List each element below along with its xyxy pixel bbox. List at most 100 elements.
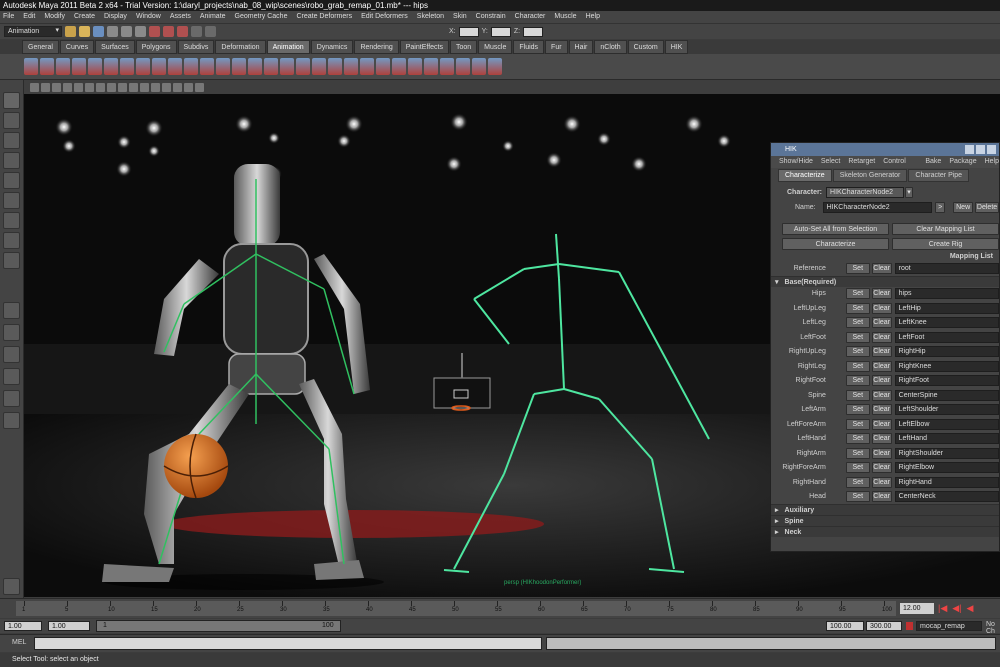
x-field[interactable] <box>458 26 479 37</box>
mapping-set-button[interactable]: Set <box>845 360 870 372</box>
create-rig-button[interactable]: Create Rig <box>892 238 999 250</box>
hypershade-layout-icon[interactable] <box>3 412 20 429</box>
outliner-layout-icon[interactable] <box>3 390 20 407</box>
range-slider[interactable]: 1 100 <box>96 620 341 632</box>
mapping-field[interactable]: LeftElbow <box>894 418 999 430</box>
grid-icon[interactable] <box>74 82 83 92</box>
new-button[interactable]: New <box>953 201 974 213</box>
command-language-label[interactable]: MEL <box>12 639 26 646</box>
shelf-tab-ncloth[interactable]: nCloth <box>594 40 627 54</box>
menu-set-dropdown[interactable]: Animation <box>4 26 62 37</box>
animation-end-field[interactable]: 300.00 <box>866 621 902 631</box>
shelf-tool-icon[interactable] <box>40 58 54 75</box>
select-component-icon[interactable] <box>135 26 146 37</box>
film-gate-icon[interactable] <box>85 82 94 92</box>
shelf-tool-icon[interactable] <box>56 58 70 75</box>
mapping-field[interactable]: RightElbow <box>894 462 999 474</box>
camera-attributes-icon[interactable] <box>41 82 50 92</box>
shelf-tool-icon[interactable] <box>472 58 486 75</box>
mapping-set-button[interactable]: Set <box>845 491 870 503</box>
save-scene-icon[interactable] <box>93 26 104 37</box>
shelf-tab-surfaces[interactable]: Surfaces <box>95 40 135 54</box>
menu-modify[interactable]: Modify <box>44 11 65 23</box>
textured-icon[interactable] <box>140 82 149 92</box>
close-icon[interactable] <box>987 145 996 154</box>
snap-curve-icon[interactable] <box>163 26 174 37</box>
shelf-tool-icon[interactable] <box>440 58 454 75</box>
select-object-icon[interactable] <box>121 26 132 37</box>
menu-window[interactable]: Window <box>136 11 161 23</box>
hik-menu-package[interactable]: Package <box>949 156 976 168</box>
bookmark-icon[interactable] <box>52 82 61 92</box>
graph-layout-icon[interactable] <box>3 368 20 385</box>
playback-start-field[interactable]: 1.00 <box>48 621 90 631</box>
snap-point-icon[interactable] <box>177 26 188 37</box>
mapping-clear-button[interactable]: Clear <box>871 462 892 474</box>
shelf-tool-icon[interactable] <box>296 58 310 75</box>
last-tool-icon[interactable] <box>3 252 20 269</box>
section-spine[interactable]: ▸ Spine <box>771 515 999 526</box>
lights-icon[interactable] <box>151 82 160 92</box>
section-base[interactable]: ▾ Base(Required) <box>771 275 999 287</box>
image-plane-icon[interactable] <box>63 82 72 92</box>
mapping-set-button[interactable]: Set <box>845 476 870 488</box>
ipr-render-icon[interactable] <box>205 26 216 37</box>
hik-tab-characterize[interactable]: Characterize <box>778 169 832 182</box>
shelf-tab-fluids[interactable]: Fluids <box>513 40 545 54</box>
mapping-field[interactable]: LeftHip <box>894 302 999 314</box>
menu-create-deformers[interactable]: Create Deformers <box>296 11 352 23</box>
mapping-clear-button[interactable]: Clear <box>871 360 892 372</box>
shelf-tab-animation[interactable]: Animation <box>266 40 310 54</box>
shelf-tab-painteffects[interactable]: PaintEffects <box>399 40 449 54</box>
shelf-tool-icon[interactable] <box>24 58 38 75</box>
shelf-tool-icon[interactable] <box>392 58 406 75</box>
auto-set-button[interactable]: Auto-Set All from Selection <box>782 223 889 235</box>
select-hierarchy-icon[interactable] <box>107 26 118 37</box>
hik-menu-select[interactable]: Select <box>821 156 840 168</box>
menu-skin[interactable]: Skin <box>453 11 467 23</box>
shelf-tab-dynamics[interactable]: Dynamics <box>310 40 354 54</box>
menu-edit-deformers[interactable]: Edit Deformers <box>361 11 408 23</box>
shelf-tool-icon[interactable] <box>168 58 182 75</box>
mapping-field[interactable]: CenterSpine <box>894 389 999 401</box>
hik-tab-skeleton-generator[interactable]: Skeleton Generator <box>832 169 908 182</box>
shelf-tool-icon[interactable] <box>184 58 198 75</box>
shelf-tool-icon[interactable] <box>280 58 294 75</box>
mapping-set-button[interactable]: Set <box>845 447 870 459</box>
wireframe-icon[interactable] <box>118 82 127 92</box>
reference-clear-button[interactable]: Clear <box>871 262 892 274</box>
mapping-clear-button[interactable]: Clear <box>871 476 892 488</box>
smooth-shade-icon[interactable] <box>129 82 138 92</box>
shelf-tab-deformation[interactable]: Deformation <box>215 40 266 54</box>
mapping-clear-button[interactable]: Clear <box>871 404 892 416</box>
shelf-tool-icon[interactable] <box>456 58 470 75</box>
mapping-set-button[interactable]: Set <box>845 404 870 416</box>
mapping-field[interactable]: LeftHand <box>894 433 999 445</box>
shelf-tool-icon[interactable] <box>152 58 166 75</box>
select-tool-icon[interactable] <box>3 92 20 109</box>
manipulator-tool-icon[interactable] <box>3 212 20 229</box>
menu-assets[interactable]: Assets <box>170 11 191 23</box>
characterize-button[interactable]: Characterize <box>782 238 889 250</box>
menu-file[interactable]: File <box>3 11 14 23</box>
animation-start-field[interactable]: 1.00 <box>4 621 42 631</box>
menu-animate[interactable]: Animate <box>200 11 226 23</box>
mapping-clear-button[interactable]: Clear <box>871 491 892 503</box>
shelf-tool-icon[interactable] <box>88 58 102 75</box>
mapping-clear-button[interactable]: Clear <box>871 418 892 430</box>
reference-set-button[interactable]: Set <box>845 262 870 274</box>
name-field[interactable]: HIKCharacterNode2 <box>822 201 933 213</box>
mapping-clear-button[interactable]: Clear <box>871 447 892 459</box>
move-tool-icon[interactable] <box>3 152 20 169</box>
y-field[interactable] <box>490 26 511 37</box>
mapping-clear-button[interactable]: Clear <box>871 375 892 387</box>
current-frame-field[interactable]: 12.00 <box>900 603 934 614</box>
shelf-tab-general[interactable]: General <box>22 40 59 54</box>
shelf-tool-icon[interactable] <box>376 58 390 75</box>
section-auxiliary[interactable]: ▸ Auxiliary <box>771 504 999 515</box>
delete-button[interactable]: Delete <box>975 201 999 213</box>
minimize-icon[interactable] <box>965 145 974 154</box>
mapping-field[interactable]: RightFoot <box>894 375 999 387</box>
go-to-start-icon[interactable]: |◀ <box>938 603 947 614</box>
gate-mask-icon[interactable] <box>107 82 116 92</box>
